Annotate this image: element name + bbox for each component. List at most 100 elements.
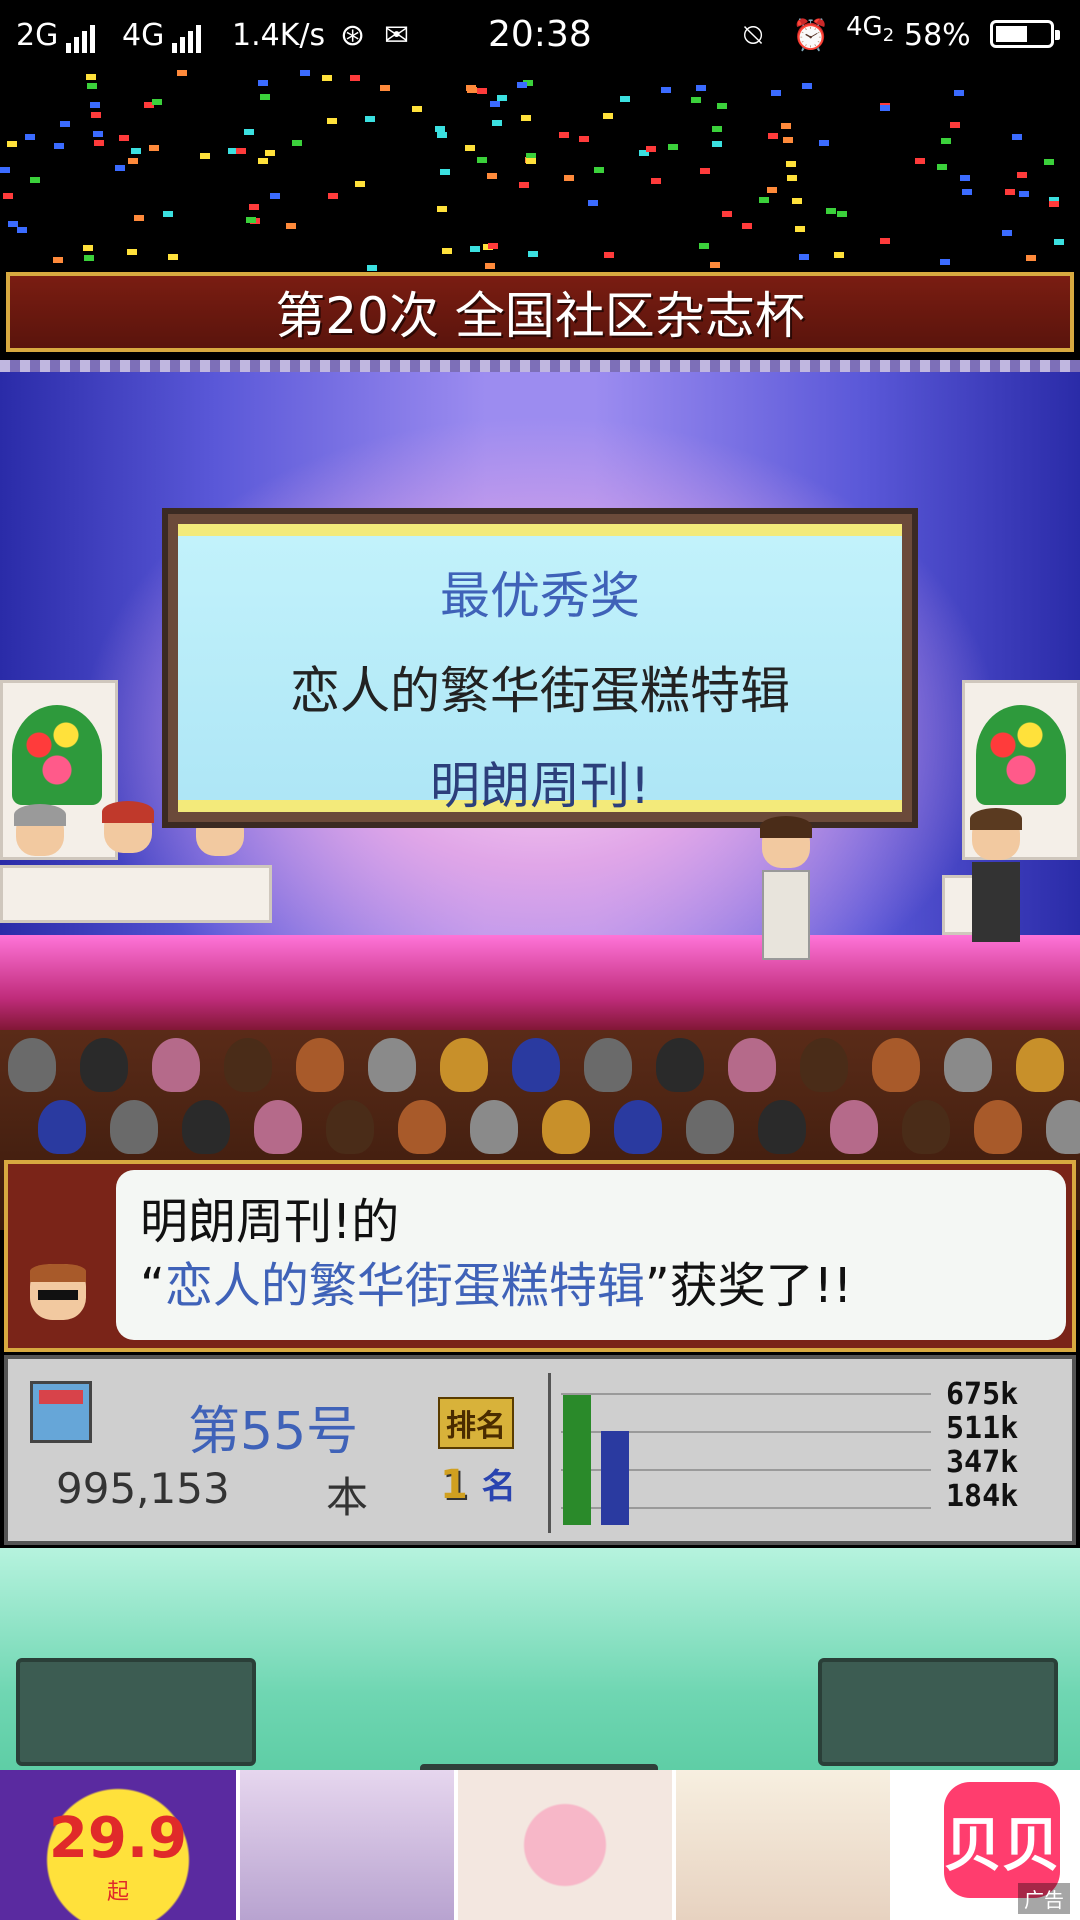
confetti-piece (258, 158, 268, 164)
audience-member (80, 1038, 128, 1092)
clock: 20:38 (488, 14, 592, 55)
confetti-piece (488, 243, 498, 249)
confetti-piece (94, 140, 104, 146)
confetti-piece (0, 167, 10, 173)
ad-product-floral-top[interactable] (458, 1770, 676, 1920)
confetti-piece (270, 193, 280, 199)
confetti-piece (802, 83, 812, 89)
ad-brand-tile[interactable]: 贝贝 广告 (894, 1770, 1080, 1920)
ad-product-kids-shirt[interactable] (676, 1770, 894, 1920)
chart-tick-label: 184k (946, 1479, 1019, 1514)
confetti-piece (559, 132, 569, 138)
confetti-piece (487, 173, 497, 179)
sales-chart: 675k 511k 347k 184k (548, 1373, 1071, 1533)
dialog-line-2: “恋人的繁华街蛋糕特辑”获奖了!! (140, 1258, 853, 1314)
confetti-piece (661, 87, 671, 93)
confetti-piece (722, 211, 732, 217)
confetti-piece (594, 167, 604, 173)
confetti-piece (465, 145, 475, 151)
audience-member (224, 1038, 272, 1092)
confetti-piece (412, 106, 422, 112)
confetti-piece (365, 116, 375, 122)
stage-floor (0, 935, 1080, 1040)
game-screen[interactable]: 第20次 全国社区杂志杯 最优秀奖 恋人的繁华街蛋糕特辑 明朗周刊! 明朗周刊!… (0, 70, 1080, 1770)
event-title-banner: 第20次 全国社区杂志杯 (6, 272, 1074, 352)
confetti-piece (834, 252, 844, 258)
right-menu-button[interactable] (818, 1658, 1058, 1766)
chart-bar (563, 1395, 591, 1525)
confetti-piece (87, 83, 97, 89)
confetti-piece (60, 121, 70, 127)
confetti-piece (177, 70, 187, 76)
confetti-piece (819, 140, 829, 146)
ad-label: 广告 (1018, 1883, 1070, 1914)
dialog-work-name: 恋人的繁华街蛋糕特辑 (164, 1258, 645, 1314)
confetti-piece (960, 175, 970, 181)
confetti-piece (783, 137, 793, 143)
confetti-piece (131, 148, 141, 154)
audience-member (728, 1038, 776, 1092)
confetti-piece (490, 101, 500, 107)
confetti-piece (260, 94, 270, 100)
confetti-piece (696, 85, 706, 91)
confetti-piece (292, 140, 302, 146)
confetti-piece (327, 118, 337, 124)
flower-bouquet-left (12, 705, 102, 805)
confetti-piece (466, 85, 476, 91)
confetti-piece (93, 131, 103, 137)
confetti-piece (244, 129, 254, 135)
controls-area (0, 1548, 1080, 1770)
ad-banner[interactable]: 29.9 起 贝贝 广告 (0, 1770, 1080, 1920)
confetti-piece (286, 223, 296, 229)
audience-member (152, 1038, 200, 1092)
confetti-piece (128, 158, 138, 164)
issue-number: 第55号 (188, 1402, 359, 1462)
confetti-piece (17, 227, 27, 233)
ad-price-tile[interactable]: 29.9 起 (0, 1770, 240, 1920)
audience-member (1046, 1100, 1080, 1154)
net-speed: 1.4K/s (232, 18, 326, 53)
confetti-piece (119, 135, 129, 141)
hotspot-icon: ⊛ (340, 18, 366, 53)
confetti-piece (86, 74, 96, 80)
confetti-piece (328, 193, 338, 199)
confetti-piece (246, 217, 256, 223)
confetti-piece (168, 254, 178, 260)
confetti-piece (350, 75, 360, 81)
judges-table (0, 865, 272, 923)
dialog-box[interactable]: 明朗周刊!的 “恋人的繁华街蛋糕特辑”获奖了!! (4, 1160, 1076, 1352)
confetti-piece (7, 141, 17, 147)
confetti-piece (668, 144, 678, 150)
battery-icon (990, 20, 1060, 48)
confetti-piece (517, 82, 527, 88)
confetti-piece (915, 158, 925, 164)
confetti-piece (134, 215, 144, 221)
stage-trim (0, 360, 1080, 372)
audience-member (758, 1100, 806, 1154)
confetti-piece (579, 136, 589, 142)
confetti-piece (588, 200, 598, 206)
confetti-piece (437, 206, 447, 212)
audience-member (296, 1038, 344, 1092)
confetti-piece (710, 262, 720, 268)
left-menu-button[interactable] (16, 1658, 256, 1766)
audience-member (656, 1038, 704, 1092)
ad-product-cardigan[interactable] (240, 1770, 458, 1920)
confetti-piece (54, 143, 64, 149)
status-bar: 2G 4G 1.4K/s ⊛ ✉ 20:38 ⍉ ⏰ 4G2 58% (0, 0, 1080, 70)
confetti-piece (380, 85, 390, 91)
confetti-piece (528, 251, 538, 257)
winner-character (760, 816, 812, 960)
confetti-piece (1012, 134, 1022, 140)
confetti-piece (30, 177, 40, 183)
confetti-piece (712, 126, 722, 132)
battery-percent: 58% (904, 18, 971, 53)
award-panel: 最优秀奖 恋人的繁华街蛋糕特辑 明朗周刊! (162, 508, 918, 828)
rank-value: 1 名 (440, 1462, 516, 1508)
confetti-piece (768, 133, 778, 139)
award-magazine-name: 明朗周刊! (429, 757, 651, 815)
confetti-piece (367, 265, 377, 271)
chart-tick-label: 347k (946, 1445, 1019, 1480)
confetti-piece (880, 105, 890, 111)
confetti-piece (485, 263, 495, 269)
